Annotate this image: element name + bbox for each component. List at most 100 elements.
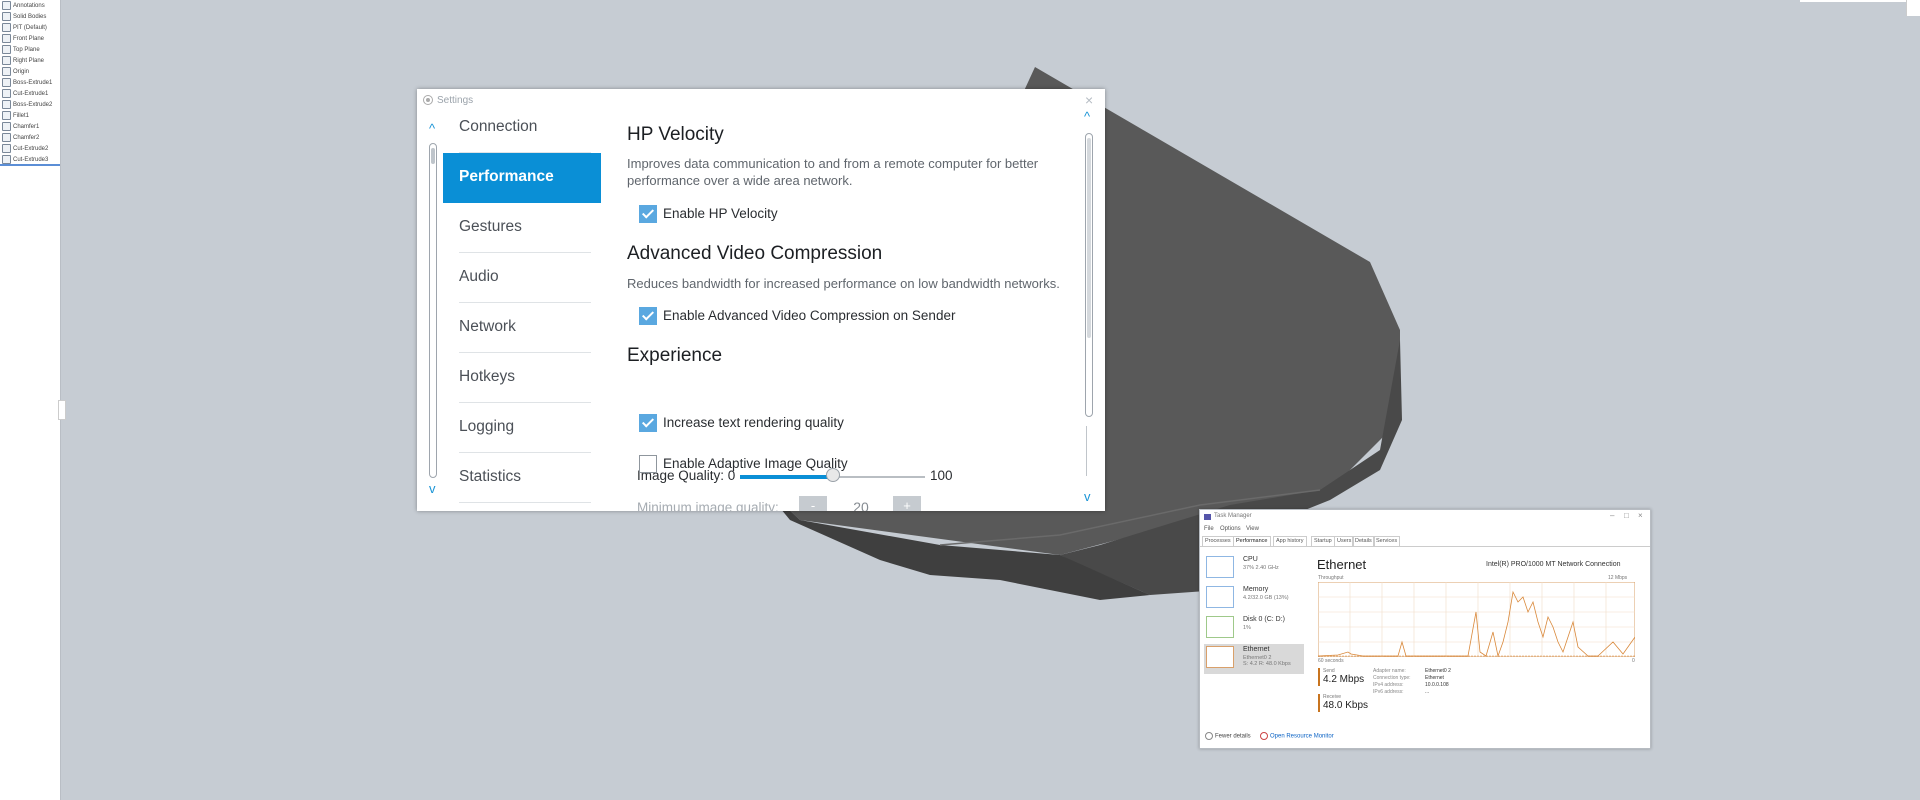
resource-monitor-icon <box>1260 732 1268 740</box>
min-quality-row: Minimum image quality: - 20 + <box>637 496 937 511</box>
tree-item[interactable]: Fillet1 <box>2 111 29 122</box>
checkbox-checked-icon[interactable] <box>639 414 657 432</box>
nav-scroll-down-icon[interactable]: v <box>429 481 436 496</box>
task-manager-title: Task Manager <box>1214 513 1252 519</box>
nav-item-hotkeys[interactable]: Hotkeys <box>443 353 601 403</box>
origin-icon <box>2 67 11 76</box>
perf-side-cpu[interactable]: CPU 37% 2.40 GHz <box>1204 554 1304 584</box>
ethernet-receive-stat: Receive 48.0 Kbps <box>1318 694 1383 712</box>
cut-icon <box>2 89 11 98</box>
tab-processes[interactable]: Processes <box>1202 536 1234 546</box>
nav-item-statistics[interactable]: Statistics <box>443 453 601 503</box>
tab-app-history[interactable]: App history <box>1273 536 1307 546</box>
close-button[interactable]: × <box>1638 511 1643 520</box>
feature-tree: Annotations Solid Bodies PIT (Default) F… <box>0 0 66 800</box>
tree-item[interactable]: Solid Bodies <box>2 12 46 23</box>
tree-selection-bar <box>0 164 60 166</box>
tree-item[interactable]: Chamfer1 <box>2 122 39 133</box>
min-quality-increment-button[interactable]: + <box>893 496 921 511</box>
close-button[interactable]: × <box>1085 92 1093 108</box>
annotation-icon <box>2 1 11 10</box>
content-scrollbar[interactable] <box>1085 133 1093 417</box>
extrude-icon <box>2 100 11 109</box>
chamfer-icon <box>2 122 11 131</box>
tree-item[interactable]: Right Plane <box>2 56 44 67</box>
cad-top-strip <box>1800 0 1906 2</box>
open-resource-monitor-link[interactable]: Open Resource Monitor <box>1260 732 1334 740</box>
image-quality-slider-fill <box>740 475 833 479</box>
tab-performance[interactable]: Performance <box>1233 536 1271 546</box>
chamfer-icon <box>2 133 11 142</box>
cut-icon <box>2 144 11 153</box>
property-row: IPv6 address:... <box>1373 689 1430 695</box>
perf-side-disk[interactable]: Disk 0 (C: D:) 1% <box>1204 614 1304 644</box>
tree-item[interactable]: Chamfer2 <box>2 133 39 144</box>
cut-icon <box>2 155 11 164</box>
ethernet-throughput-graph <box>1318 582 1635 657</box>
property-row: Connection type: Ethernet <box>1373 675 1444 681</box>
nav-item-gestures[interactable]: Gestures <box>443 203 601 253</box>
fewer-details-button[interactable]: Fewer details <box>1205 732 1251 740</box>
checkbox-unchecked-icon[interactable] <box>639 455 657 473</box>
material-icon <box>2 23 11 32</box>
menu-view[interactable]: View <box>1246 526 1259 532</box>
hp-velocity-description: Improves data communication to and from … <box>627 156 1039 188</box>
nav-item-performance[interactable]: Performance <box>443 153 601 203</box>
tab-services[interactable]: Services <box>1373 536 1401 546</box>
section-heading-avc: Advanced Video Compression <box>627 243 883 264</box>
checkbox-checked-icon[interactable] <box>639 205 657 223</box>
nav-item-audio[interactable]: Audio <box>443 253 601 303</box>
content-scrollbar-thumb[interactable] <box>1087 138 1091 338</box>
tree-item[interactable]: Top Plane <box>2 45 40 56</box>
perf-side-memory[interactable]: Memory 4.2/32.0 GB (13%) <box>1204 584 1304 614</box>
tab-divider <box>1200 546 1650 547</box>
nav-scrollbar[interactable] <box>429 143 437 478</box>
image-quality-slider[interactable] <box>740 468 925 482</box>
tree-item[interactable]: Front Plane <box>2 34 44 45</box>
folder-icon <box>2 12 11 21</box>
ethernet-mini-graph <box>1206 646 1234 668</box>
chevron-up-icon <box>1205 732 1213 740</box>
memory-mini-graph <box>1206 586 1234 608</box>
settings-dialog: Settings × ^ v Connection Performance Ge… <box>417 89 1105 511</box>
panel-resize-grip[interactable] <box>58 400 66 420</box>
content-scroll-down-icon[interactable]: v <box>1084 489 1091 504</box>
section-heading-hp-velocity: HP Velocity <box>627 124 724 145</box>
task-manager-window: Task Manager – □ × File Options View Pro… <box>1199 509 1651 749</box>
menu-file[interactable]: File <box>1204 526 1214 532</box>
nav-item-connection[interactable]: Connection <box>443 103 601 153</box>
cad-view-toolbar[interactable] <box>1906 0 1920 16</box>
maximize-button[interactable]: □ <box>1624 511 1629 520</box>
plane-icon <box>2 34 11 43</box>
nav-item-network[interactable]: Network <box>443 303 601 353</box>
tree-item[interactable]: Boss-Extrude2 <box>2 100 52 111</box>
nav-scrollbar-thumb[interactable] <box>431 148 435 164</box>
content-scroll-up-icon[interactable]: ^ <box>1084 109 1090 124</box>
perf-side-ethernet[interactable]: Ethernet Ethernet0 2 S: 4.2 R: 48.0 Kbps <box>1204 644 1304 674</box>
plane-icon <box>2 56 11 65</box>
tab-startup[interactable]: Startup <box>1311 536 1335 546</box>
app-icon <box>423 95 433 105</box>
task-manager-icon <box>1204 514 1211 520</box>
tree-item[interactable]: PIT (Default) <box>2 23 47 34</box>
avc-description: Reduces bandwidth for increased performa… <box>627 276 1060 291</box>
min-quality-value[interactable]: 20 <box>829 496 893 511</box>
image-quality-max-label: 100 <box>930 468 953 483</box>
nav-item-logging[interactable]: Logging <box>443 403 601 453</box>
tree-item[interactable]: Cut-Extrude2 <box>2 144 48 155</box>
disk-mini-graph <box>1206 616 1234 638</box>
min-quality-decrement-button[interactable]: - <box>799 496 827 511</box>
checkbox-checked-icon[interactable] <box>639 307 657 325</box>
nav-scroll-up-icon[interactable]: ^ <box>429 121 435 136</box>
tree-item[interactable]: Annotations <box>2 1 45 12</box>
property-row: IPv4 address: 10.0.0.108 <box>1373 682 1449 688</box>
tree-item[interactable]: Origin <box>2 67 29 78</box>
minimize-button[interactable]: – <box>1610 511 1614 520</box>
menu-options[interactable]: Options <box>1220 526 1241 532</box>
tree-item[interactable]: Cut-Extrude1 <box>2 89 48 100</box>
extrude-icon <box>2 78 11 87</box>
ethernet-graph-label: Throughput <box>1318 575 1344 581</box>
ethernet-graph-max: 12 Mbps <box>1608 575 1628 581</box>
tab-details[interactable]: Details <box>1352 536 1375 546</box>
tree-item[interactable]: Boss-Extrude1 <box>2 78 52 89</box>
